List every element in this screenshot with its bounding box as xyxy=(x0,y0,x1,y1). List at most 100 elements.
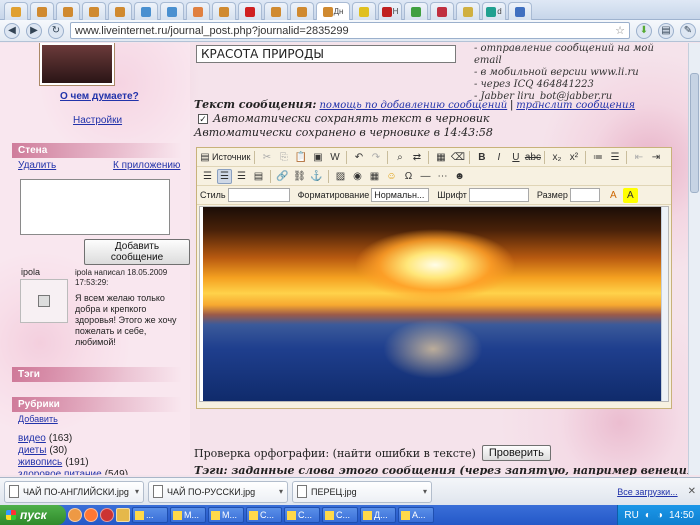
language-indicator[interactable]: RU xyxy=(624,510,638,521)
browser-tab[interactable] xyxy=(212,2,236,20)
quicklaunch-icon-4[interactable] xyxy=(116,508,130,522)
align-right-icon[interactable]: ☰ xyxy=(234,169,249,184)
style-select[interactable] xyxy=(227,188,290,202)
forward-arrow-icon[interactable]: ▶ xyxy=(26,22,42,39)
rubric-link[interactable]: видео xyxy=(18,433,46,444)
dropdown-arrow-icon[interactable]: ▾ xyxy=(135,487,139,496)
close-downloads-icon[interactable]: ✕ xyxy=(688,486,696,497)
subscript-icon[interactable]: x₂ xyxy=(549,150,564,165)
taskbar-window-button[interactable]: С... xyxy=(284,507,320,523)
font-select[interactable] xyxy=(468,188,529,202)
dropdown-arrow-icon[interactable]: ▾ xyxy=(423,487,427,496)
taskbar-window-button[interactable]: ... xyxy=(132,507,168,523)
align-justify-icon[interactable]: ▤ xyxy=(251,169,266,184)
taskbar-window-button[interactable]: А... xyxy=(398,507,434,523)
user-icon[interactable]: ☻ xyxy=(452,169,467,184)
hr-icon[interactable]: ― xyxy=(418,169,433,184)
bold-icon[interactable]: B xyxy=(474,150,489,165)
editor-content-area[interactable] xyxy=(199,206,669,402)
align-left-icon[interactable]: ☰ xyxy=(200,169,215,184)
browser-tab[interactable] xyxy=(264,2,288,20)
back-arrow-icon[interactable]: ◀ xyxy=(4,22,20,39)
format-select[interactable]: Нормальн... xyxy=(371,188,430,202)
browser-tab[interactable] xyxy=(430,2,454,20)
browser-tab[interactable] xyxy=(30,2,54,20)
outdent-icon[interactable]: ⇤ xyxy=(631,150,646,165)
star-icon[interactable]: ☆ xyxy=(615,24,625,37)
dropdown-arrow-icon[interactable]: ▾ xyxy=(279,487,283,496)
table-icon[interactable]: ▦ xyxy=(367,169,382,184)
browser-tab[interactable] xyxy=(508,2,532,20)
smiley-icon[interactable]: ☺ xyxy=(384,169,399,184)
rubric-link[interactable]: живопись xyxy=(18,457,62,468)
paste-icon[interactable]: 📋 xyxy=(293,150,308,165)
flash-icon[interactable]: ◉ xyxy=(350,169,365,184)
post-title-input[interactable]: КРАСОТА ПРИРОДЫ xyxy=(196,45,456,63)
taskbar-window-button[interactable]: М... xyxy=(208,507,244,523)
browser-tab[interactable] xyxy=(186,2,210,20)
browser-tab[interactable] xyxy=(352,2,376,20)
autosave-checkbox[interactable]: ✓ xyxy=(198,113,208,124)
anchor-icon[interactable]: ⚓ xyxy=(309,169,324,184)
rubric-link[interactable]: здоровое питание xyxy=(18,469,102,475)
superscript-icon[interactable]: x² xyxy=(566,150,581,165)
browser-tab[interactable] xyxy=(404,2,428,20)
browser-tab[interactable] xyxy=(82,2,106,20)
page-scrollbar-thumb[interactable] xyxy=(690,73,699,193)
quicklaunch-icon-2[interactable] xyxy=(84,508,98,522)
italic-icon[interactable]: I xyxy=(491,150,506,165)
download-item[interactable]: ЧАЙ ПО-АНГЛИЙСКИ.jpg ▾ xyxy=(4,480,144,503)
taskbar-window-button[interactable]: С... xyxy=(322,507,358,523)
start-button[interactable]: пуск xyxy=(0,505,66,525)
browser-tab[interactable]: Дн xyxy=(316,2,350,20)
browser-tab[interactable]: d xyxy=(482,2,506,20)
browser-tab[interactable] xyxy=(4,2,28,20)
numbered-list-icon[interactable]: ≔ xyxy=(590,150,605,165)
paste-word-icon[interactable]: W xyxy=(327,150,342,165)
indent-icon[interactable]: ⇥ xyxy=(648,150,663,165)
page-scrollbar[interactable] xyxy=(688,43,700,475)
select-all-icon[interactable]: ▦ xyxy=(433,150,448,165)
reload-icon[interactable]: ↻ xyxy=(48,22,64,39)
bullet-list-icon[interactable]: ☰ xyxy=(607,150,622,165)
download-item[interactable]: ПЕРЕЦ.jpg ▾ xyxy=(292,480,432,503)
copy-icon[interactable]: ⎘ xyxy=(276,150,291,165)
size-select[interactable] xyxy=(569,188,600,202)
browser-tab[interactable]: H xyxy=(378,2,402,20)
quicklaunch-icon-3[interactable] xyxy=(100,508,114,522)
rubric-link[interactable]: диеты xyxy=(18,445,46,456)
replace-icon[interactable]: ⇄ xyxy=(409,150,424,165)
tray-icon[interactable]: ◐ xyxy=(645,510,651,521)
remove-format-icon[interactable]: ⌫ xyxy=(450,150,465,165)
browser-tab[interactable] xyxy=(238,2,262,20)
thinking-link[interactable]: О чем думаете? xyxy=(60,91,139,102)
browser-tab[interactable] xyxy=(160,2,184,20)
app-link[interactable]: К приложению xyxy=(113,160,180,171)
address-url[interactable]: www.liveinternet.ru/journal_post.php?jou… xyxy=(75,25,615,37)
translit-link[interactable]: транслит сообщения xyxy=(516,100,635,111)
find-icon[interactable]: ⌕ xyxy=(392,150,407,165)
download-item[interactable]: ЧАЙ ПО-РУССКИ.jpg ▾ xyxy=(148,480,288,503)
align-center-icon[interactable]: ☰ xyxy=(217,168,232,184)
taskbar-window-button[interactable]: М... xyxy=(170,507,206,523)
help-link[interactable]: помощь по добавлению сообщений xyxy=(319,100,507,111)
more-icon[interactable]: ⋯ xyxy=(435,169,450,184)
wall-textarea[interactable] xyxy=(20,179,170,235)
add-message-button[interactable]: Добавить сообщение xyxy=(84,239,190,265)
page-menu-icon[interactable]: ▤ xyxy=(658,22,674,39)
quicklaunch-icon-1[interactable] xyxy=(68,508,82,522)
all-downloads-link[interactable]: Все загрузки... xyxy=(617,487,677,497)
editor-scrollbar[interactable] xyxy=(661,207,668,401)
browser-tab[interactable] xyxy=(56,2,80,20)
source-button[interactable]: Источник xyxy=(212,152,250,162)
taskbar-window-button[interactable]: С... xyxy=(246,507,282,523)
text-color-icon[interactable]: A xyxy=(606,188,621,203)
browser-tab[interactable] xyxy=(456,2,480,20)
add-rubric-link[interactable]: Добавить xyxy=(18,414,58,424)
delete-link[interactable]: Удалить xyxy=(18,160,56,171)
download-icon[interactable]: ⬇ xyxy=(636,22,652,39)
browser-tab[interactable] xyxy=(290,2,314,20)
image-icon[interactable]: ▨ xyxy=(333,169,348,184)
address-bar[interactable]: www.liveinternet.ru/journal_post.php?jou… xyxy=(70,22,630,39)
redo-icon[interactable]: ↷ xyxy=(368,150,383,165)
